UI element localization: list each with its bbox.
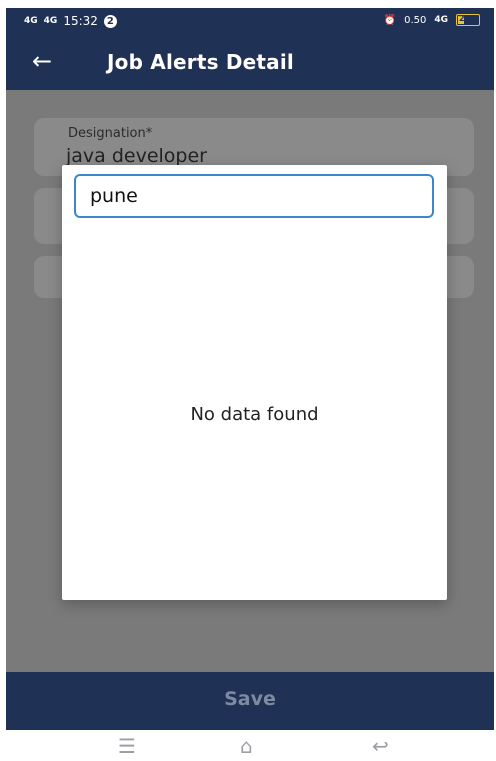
no-data-message: No data found [190,404,319,425]
battery-level: 25 [459,14,471,23]
home-icon[interactable]: ⌂ [240,734,253,758]
network-type-icon: 4G [434,14,448,25]
signal-2-icon: 4G [43,15,58,26]
status-right: ⏰ 0.50 4G 25 [384,14,480,26]
menu-icon[interactable]: ☰ [118,734,136,758]
page-title: Job Alerts Detail [107,50,294,74]
data-speed: 0.50 [404,14,427,26]
back-icon[interactable]: ↩ [372,734,389,758]
location-search-dialog: No data found [62,165,447,600]
location-search-input[interactable] [74,174,434,218]
app-bar: ← Job Alerts Detail [6,36,494,90]
designation-label: Designation* [68,126,153,141]
system-nav-bar: ☰ ⌂ ↩ [0,730,496,761]
alarm-icon: ⏰ [383,14,397,26]
status-left: 4G 4G 15:32 2 [24,14,117,28]
status-bar: 4G 4G 15:32 2 ⏰ 0.50 4G 25 [6,8,494,36]
save-button[interactable]: Save [6,672,494,730]
battery-icon: 25 [456,14,480,26]
signal-1-icon: 4G [24,15,38,26]
designation-value: java developer [66,145,207,167]
save-button-label: Save [224,688,276,710]
back-arrow-icon[interactable]: ← [32,46,52,76]
status-time: 15:32 [63,14,98,28]
notification-count-badge: 2 [103,14,117,28]
